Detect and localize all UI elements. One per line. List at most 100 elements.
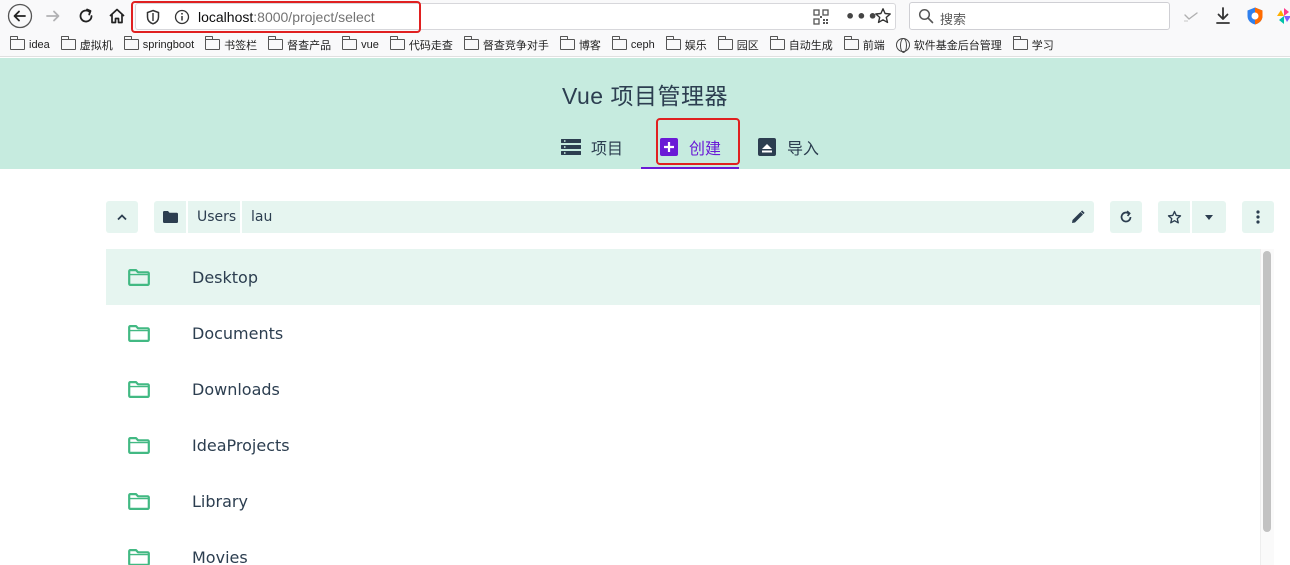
home-button[interactable] [103,3,131,29]
bookmark-label: 学习 [1031,39,1054,52]
path-segment-lau[interactable]: lau [251,201,272,233]
bookmark-item[interactable]: ceph [611,36,655,51]
folder-icon [128,325,150,342]
folder-icon [128,437,150,454]
bookmark-label: 代码走查 [408,39,453,52]
bookmark-item[interactable]: 督查产品 [268,36,331,53]
search-bar[interactable]: 搜索 [909,2,1170,30]
bookmark-item[interactable]: 督查竞争对手 [463,36,549,53]
extension-shield-icon[interactable] [1245,6,1265,30]
favorite-button[interactable] [1158,201,1190,233]
scrollbar-thumb[interactable] [1263,251,1271,532]
folder-row[interactable]: Documents [106,305,1260,361]
folder-icon [128,549,150,565]
bookmark-item[interactable]: idea [10,36,50,51]
kebab-menu-icon [1256,210,1260,224]
bookmark-label: idea [29,38,50,51]
bookmark-item[interactable]: 前端 [843,36,885,53]
folder-solid-icon [162,211,178,223]
globe-icon [895,37,910,53]
path-segment-users[interactable]: Users [197,201,236,233]
bookmark-label: springboot [142,38,195,51]
url-highlight-annotation [131,1,421,33]
tab-import[interactable]: 导入 [757,134,819,160]
edit-path-button[interactable] [1062,201,1094,233]
bookmark-label: vue [361,38,379,51]
bookmark-label: 自动生成 [788,39,833,52]
app-header: Vue 项目管理器 项目 创建 导入 [0,58,1290,169]
download-icon[interactable] [1214,6,1232,30]
qr-code-icon[interactable] [813,9,829,29]
browser-toolbar: localhost:8000/project/select ••• 搜索 [0,0,1290,33]
folder-row[interactable]: Movies [106,529,1260,565]
folder-name: Movies [192,547,248,565]
bookmark-item[interactable]: 博客 [559,36,601,53]
star-outline-icon [1167,210,1181,223]
folder-row[interactable]: Desktop [106,249,1260,305]
folder-list: Desktop Documents Downloads IdeaProjects Lib… [106,249,1260,565]
bookmark-item[interactable]: springboot [123,36,195,51]
bookmark-star-icon[interactable] [874,7,892,29]
search-placeholder[interactable]: 搜索 [940,9,966,28]
app-title: Vue 项目管理器 [562,83,728,109]
bookmark-label: 娱乐 [684,39,707,52]
folder-icon [268,36,284,50]
bookmark-label: 前端 [862,39,885,52]
folder-icon [342,36,358,50]
folder-name: IdeaProjects [192,435,290,455]
bookmark-label: 书签栏 [224,39,258,52]
bookmark-label: 博客 [578,39,601,52]
active-tab-indicator [641,167,739,169]
bookmark-item[interactable]: 园区 [717,36,759,53]
folder-icon [611,36,627,50]
search-icon [918,8,934,28]
tab-projects-label: 项目 [591,139,624,158]
pencil-icon [1072,210,1085,223]
bookmark-item[interactable]: 虚拟机 [60,36,113,53]
folder-name: Downloads [192,379,280,399]
folder-icon [559,36,575,50]
reload-button[interactable] [72,3,100,29]
back-arrow-icon [7,3,33,29]
bookmark-label: 督查竞争对手 [482,39,549,52]
reload-icon [79,8,93,23]
bookmark-item[interactable]: 软件基金后台管理 [895,37,1002,53]
refresh-button[interactable] [1110,201,1142,233]
folder-icon [843,36,859,50]
path-root-folder[interactable] [154,201,186,233]
bookmarks-bar: idea 虚拟机 springboot 书签栏 督查产品 vue 代码走查 督查竞争对手 博客 c… [0,33,1290,57]
folder-row[interactable]: IdeaProjects [106,417,1260,473]
bookmark-item[interactable]: 学习 [1012,36,1054,53]
folder-name: Library [192,491,248,511]
bookmark-item[interactable]: 书签栏 [205,36,258,53]
folder-icon [665,36,681,50]
folder-name: Documents [192,323,284,343]
refresh-icon [1120,210,1132,223]
favorites-dropdown-button[interactable] [1192,201,1226,233]
folder-row[interactable]: Downloads [106,361,1260,417]
folder-icon [463,36,479,50]
folder-icon [769,36,785,50]
caret-down-icon [1205,214,1213,220]
extension-pinwheel-icon[interactable] [1277,7,1290,29]
parent-folder-button[interactable] [106,201,138,233]
folder-name: Desktop [192,267,258,287]
bookmark-item[interactable]: 自动生成 [769,36,833,53]
bookmark-item[interactable]: 代码走查 [389,36,453,53]
list-icon [561,138,581,156]
bookmark-label: 虚拟机 [79,39,113,52]
back-button[interactable] [6,3,34,29]
folder-icon [717,36,733,50]
tab-import-label: 导入 [787,139,820,158]
bookmark-item[interactable]: vue [342,36,379,51]
more-options-button[interactable] [1242,201,1274,233]
folder-icon [1012,36,1028,50]
forward-arrow-icon [46,10,60,22]
tab-projects[interactable]: 项目 [561,134,623,160]
bookmark-item[interactable]: 娱乐 [665,36,707,53]
bookmark-label: ceph [630,38,655,51]
pocket-icon[interactable] [1182,9,1200,29]
folder-row[interactable]: Library [106,473,1260,529]
forward-button[interactable] [39,3,67,29]
bookmark-label: 园区 [736,39,759,52]
